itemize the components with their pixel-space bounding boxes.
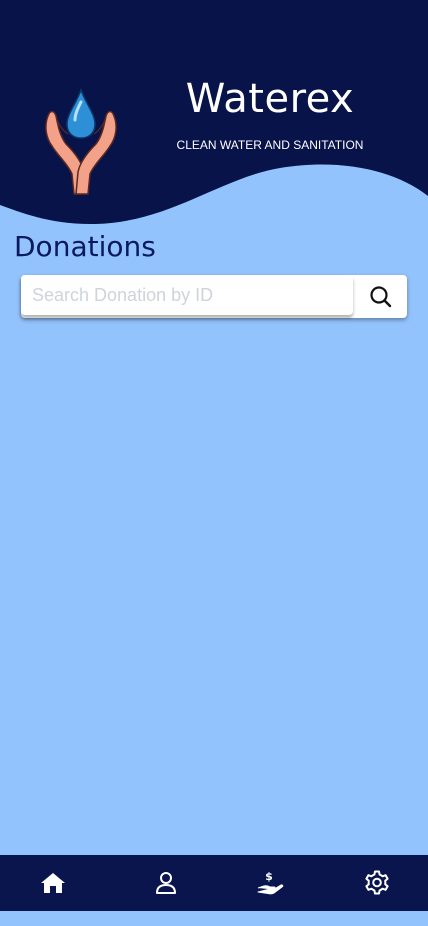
search-icon <box>370 285 392 307</box>
profile-icon <box>156 872 176 894</box>
page-title: Donations <box>14 230 156 263</box>
settings-icon <box>365 870 389 895</box>
nav-settings[interactable] <box>349 855 405 911</box>
search-bar <box>21 275 407 318</box>
home-icon <box>41 873 65 893</box>
app-subtitle: CLEAN WATER AND SANITATION <box>176 138 364 152</box>
app-header: Waterex CLEAN WATER AND SANITATION <box>0 0 428 230</box>
app-title: Waterex <box>185 76 355 122</box>
nav-profile[interactable] <box>138 855 194 911</box>
hands-water-drop-logo <box>45 87 117 195</box>
bottom-navigation: $ <box>0 855 428 911</box>
search-input[interactable] <box>21 275 353 315</box>
svg-text:$: $ <box>265 870 273 883</box>
nav-donate[interactable]: $ <box>242 855 298 911</box>
nav-home[interactable] <box>25 855 81 911</box>
search-button[interactable] <box>355 275 407 318</box>
donate-icon: $ <box>257 870 284 895</box>
